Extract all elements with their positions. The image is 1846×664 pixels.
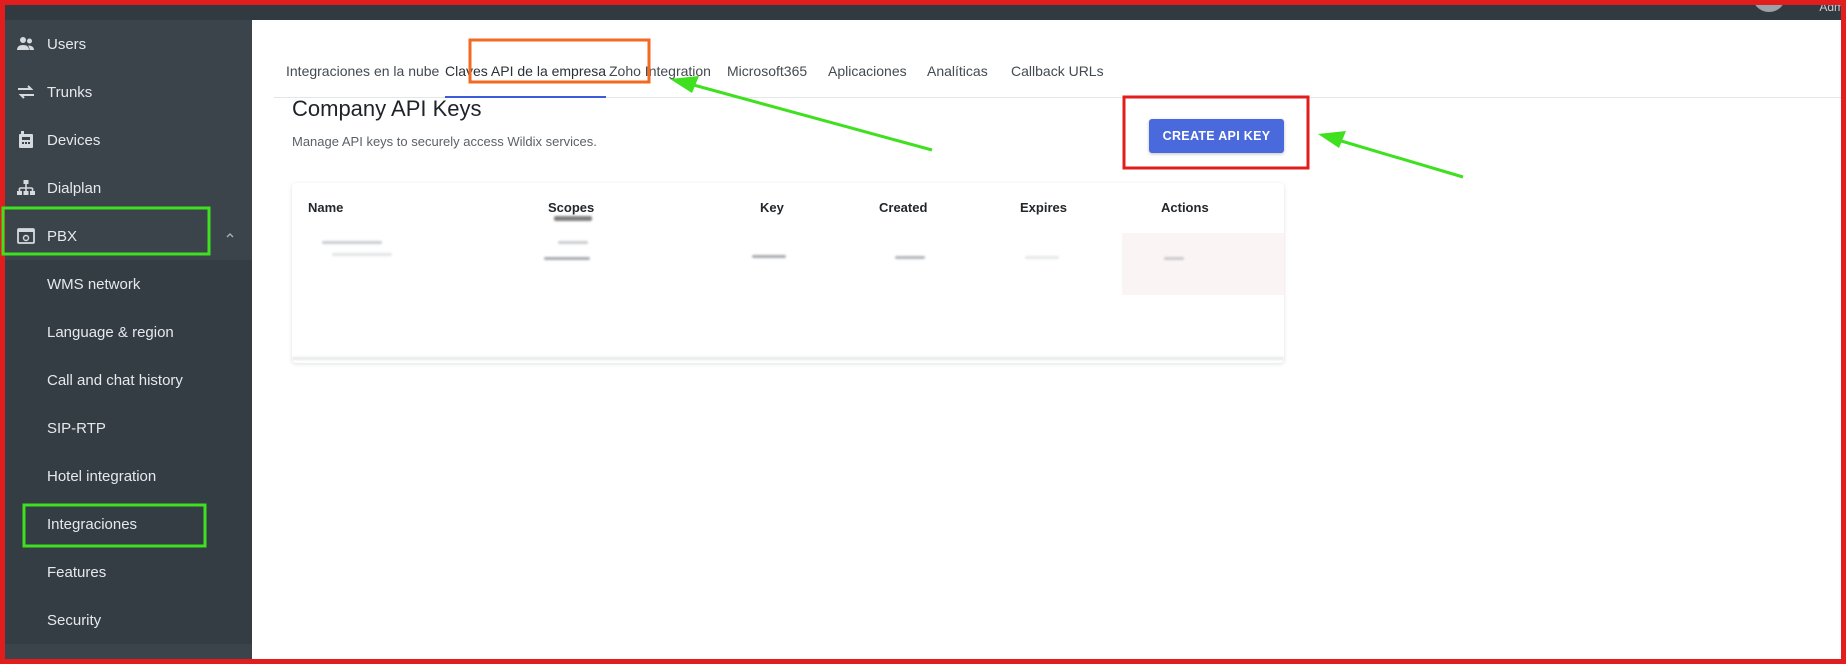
sidebar-item-label: PBX — [47, 227, 78, 245]
sidebar: Users Trunks Devices Dialplan PBX WMS ne… — [0, 20, 252, 664]
sidebar-item-label: Users — [47, 35, 87, 53]
sidebar-item-devices[interactable]: Devices — [0, 116, 252, 164]
sidebar-item-label: Trunks — [47, 83, 93, 101]
tab-integraciones-nube[interactable]: Integraciones en la nube — [286, 50, 439, 98]
sidebar-item-label: Devices — [47, 131, 101, 149]
pbx-icon — [16, 226, 36, 246]
users-icon — [16, 34, 36, 54]
dialplan-icon — [16, 178, 36, 198]
blurred-cell — [554, 216, 592, 221]
blurred-cell — [895, 256, 925, 259]
blurred-cell — [1025, 256, 1059, 259]
sidebar-subitem-language-region[interactable]: Language & region — [0, 308, 252, 356]
trunks-icon — [16, 82, 36, 102]
user-avatar[interactable] — [1752, 0, 1786, 12]
sidebar-item-dialplan[interactable]: Dialplan — [0, 164, 252, 212]
sidebar-subitem-features[interactable]: Features — [0, 548, 252, 596]
create-api-key-button[interactable]: CREATE API KEY — [1149, 119, 1284, 153]
table-row-highlight — [1122, 233, 1284, 295]
blurred-cell — [752, 255, 786, 258]
api-keys-table: Name Scopes Key Created Expires Actions — [292, 183, 1284, 363]
column-header-scopes[interactable]: Scopes — [548, 200, 594, 215]
sidebar-item-users[interactable]: Users — [0, 20, 252, 68]
sidebar-subitem-hotel-integration[interactable]: Hotel integration — [0, 452, 252, 500]
tab-microsoft365[interactable]: Microsoft365 — [727, 50, 807, 98]
chevron-up-icon[interactable] — [224, 228, 236, 240]
column-header-name[interactable]: Name — [308, 200, 343, 215]
tab-claves-api[interactable]: Claves API de la empresa — [445, 50, 607, 98]
tab-zoho-integration[interactable]: Zoho Integration — [609, 50, 711, 98]
sidebar-subitem-label: WMS network — [47, 275, 141, 293]
sidebar-subitem-label: SIP-RTP — [47, 419, 106, 437]
sidebar-subitem-label: Security — [47, 611, 102, 629]
sidebar-subitem-security[interactable]: Security — [0, 596, 252, 644]
sidebar-item-pbx[interactable]: PBX — [0, 212, 252, 260]
user-label: Adm — [1819, 0, 1844, 14]
column-header-actions[interactable]: Actions — [1161, 200, 1209, 215]
blurred-cell — [292, 357, 1284, 360]
top-bar: Adm — [0, 0, 1846, 20]
sidebar-subitem-label: Call and chat history — [47, 371, 183, 389]
blurred-cell — [1164, 257, 1184, 260]
sidebar-subitem-label: Integraciones — [47, 515, 138, 533]
blurred-cell — [332, 253, 392, 256]
page-title: Company API Keys — [292, 96, 482, 121]
sidebar-subitem-wms-network[interactable]: WMS network — [0, 260, 252, 308]
sidebar-subitem-label: Features — [47, 563, 107, 581]
tab-analiticas[interactable]: Analíticas — [927, 50, 988, 98]
app-window: Adm Users Trunks Devices Dialplan PBX WM… — [0, 0, 1846, 664]
sidebar-item-trunks[interactable]: Trunks — [0, 68, 252, 116]
blurred-cell — [558, 241, 588, 244]
sidebar-subitem-sip-rtp[interactable]: SIP-RTP — [0, 404, 252, 452]
main-content: Integraciones en la nube Claves API de l… — [252, 20, 1846, 664]
tab-aplicaciones[interactable]: Aplicaciones — [828, 50, 907, 98]
sidebar-subitem-call-chat-history[interactable]: Call and chat history — [0, 356, 252, 404]
page-subtitle: Manage API keys to securely access Wildi… — [292, 134, 597, 149]
devices-icon — [16, 130, 36, 150]
blurred-cell — [544, 257, 590, 260]
sidebar-subitem-integraciones[interactable]: Integraciones — [0, 500, 252, 548]
column-header-created[interactable]: Created — [879, 200, 927, 215]
sidebar-item-label: Dialplan — [47, 179, 102, 197]
tab-bar: Integraciones en la nube Claves API de l… — [274, 50, 1846, 98]
column-header-key[interactable]: Key — [760, 200, 784, 215]
sidebar-subitem-label: Language & region — [47, 323, 174, 341]
sidebar-subitem-label: Hotel integration — [47, 467, 157, 485]
column-header-expires[interactable]: Expires — [1020, 200, 1067, 215]
tab-callback-urls[interactable]: Callback URLs — [1011, 50, 1104, 98]
blurred-cell — [322, 241, 382, 244]
